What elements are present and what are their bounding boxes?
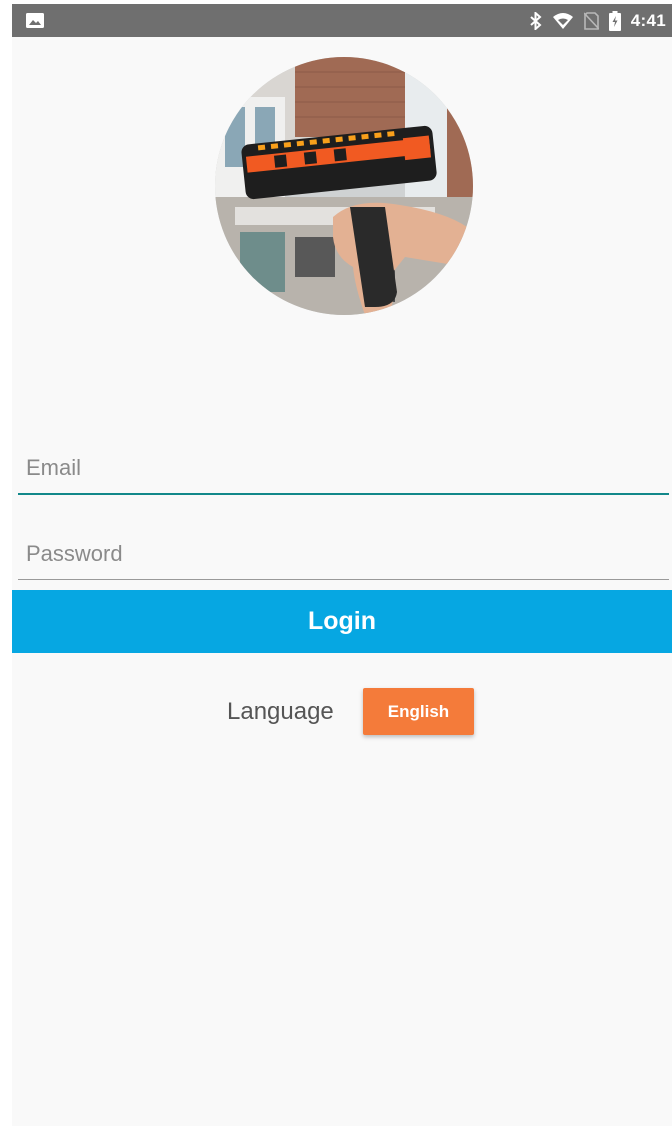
clock: 4:41 <box>630 10 666 30</box>
image-notification-icon <box>26 13 44 28</box>
barcode-scanner-photo <box>215 57 473 315</box>
app-logo <box>215 57 473 315</box>
email-underline <box>18 493 669 495</box>
battery-icon <box>608 10 621 31</box>
email-input[interactable] <box>18 448 669 488</box>
language-label: Language <box>227 698 334 725</box>
no-sim-icon <box>583 11 599 30</box>
password-underline <box>18 579 669 580</box>
login-screen: 4:41 Email Login Language English <box>12 4 672 1126</box>
login-button[interactable]: Login <box>12 590 672 653</box>
bluetooth-icon <box>530 11 542 30</box>
wifi-icon <box>552 12 573 29</box>
status-bar: 4:41 <box>12 4 672 37</box>
language-select-button[interactable]: English <box>363 688 474 735</box>
status-icons: 4:41 <box>530 4 666 37</box>
password-input[interactable] <box>18 534 669 574</box>
